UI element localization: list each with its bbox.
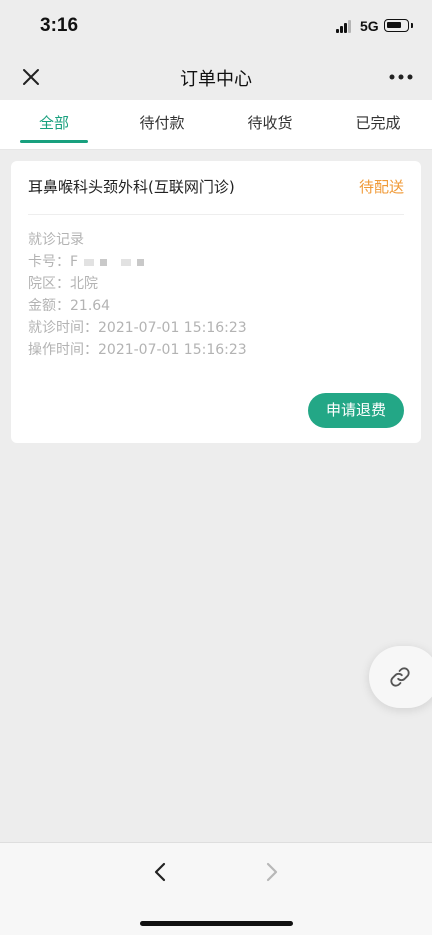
order-card[interactable]: 耳鼻喉科头颈外科(互联网门诊) 待配送 就诊记录 卡号：F 院区：北院 金额：2… [11, 161, 421, 443]
page-title: 订单中心 [180, 69, 252, 90]
signal-icon [336, 20, 354, 33]
chevron-left-icon[interactable] [150, 861, 170, 883]
card-number-value: F [70, 254, 79, 270]
network-label: 5G [360, 18, 379, 34]
tab-pending-payment[interactable]: 待付款 [108, 100, 216, 150]
redaction-mark [137, 258, 145, 266]
order-tabs: 全部 待付款 待收货 已完成 [0, 100, 432, 150]
redaction-mark [84, 258, 95, 266]
redaction-mark [121, 258, 132, 266]
department-name: 耳鼻喉科头颈外科(互联网门诊) [28, 178, 235, 196]
order-amount: 金额：21.64 [28, 298, 111, 314]
chevron-right-icon[interactable] [262, 861, 282, 883]
tab-pending-receipt[interactable]: 待收货 [216, 100, 324, 150]
card-number-row: 卡号：F [28, 251, 145, 271]
home-indicator [140, 921, 293, 926]
status-bar: 3:16 5G [0, 0, 432, 54]
operate-time: 操作时间：2021-07-01 15:16:23 [28, 342, 247, 358]
visit-time: 就诊时间：2021-07-01 15:16:23 [28, 320, 247, 336]
record-label: 就诊记录 [28, 232, 84, 248]
link-icon [390, 667, 410, 687]
order-status-badge: 待配送 [358, 178, 404, 196]
hospital-district: 院区：北院 [28, 276, 98, 292]
browser-bottom-bar [0, 842, 432, 935]
more-icon[interactable] [388, 73, 414, 81]
tab-completed[interactable]: 已完成 [324, 100, 432, 150]
active-tab-indicator [20, 140, 88, 143]
apply-refund-button[interactable]: 申请退费 [308, 393, 404, 428]
redaction-mark [100, 258, 108, 266]
card-number-label: 卡号： [28, 254, 70, 270]
battery-icon [384, 19, 413, 32]
card-divider [28, 214, 404, 215]
status-time: 3:16 [40, 15, 79, 36]
nav-bar: 订单中心 [0, 54, 432, 100]
floating-link-button[interactable] [369, 646, 432, 708]
